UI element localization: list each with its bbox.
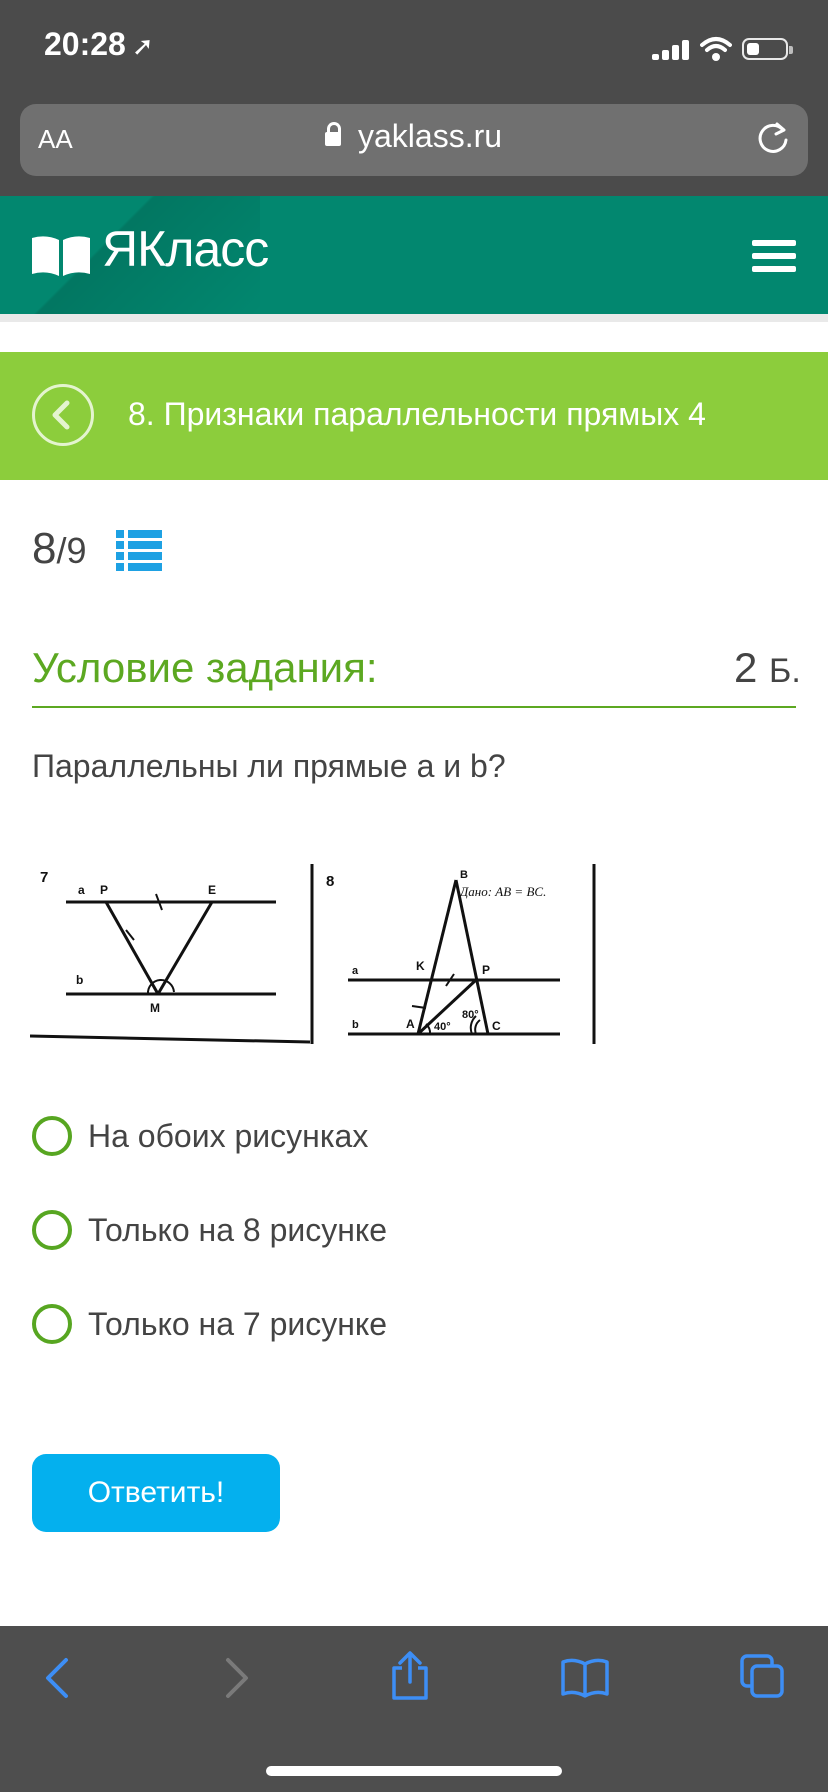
answer-option[interactable]: На обоих рисунках	[32, 1116, 632, 1160]
radio-button[interactable]	[32, 1116, 72, 1156]
divider	[0, 314, 828, 322]
text-size-button[interactable]: AA	[38, 124, 73, 155]
radio-button[interactable]	[32, 1210, 72, 1250]
fig7-label-m: M	[150, 1001, 160, 1015]
condition-title: Условие задания:	[32, 644, 378, 691]
fig7-label-b: b	[76, 973, 83, 987]
forward-arrow-icon[interactable]	[222, 1656, 252, 1700]
fig8-number: 8	[326, 873, 334, 890]
task-progress: 8/9	[32, 524, 87, 573]
fig8-angle-40: 40°	[434, 1021, 451, 1033]
answer-option[interactable]: Только на 8 рисунке	[32, 1210, 632, 1254]
back-button[interactable]	[32, 384, 94, 446]
fig8-label-b-line: b	[352, 1019, 359, 1031]
home-indicator	[266, 1766, 562, 1776]
book-logo-icon[interactable]	[32, 236, 90, 276]
url-text[interactable]: yaklass.ru	[358, 118, 502, 155]
geometry-figure: 7 a P E b M 8 Дано: AB = BC. B K P a b A…	[30, 864, 596, 1044]
tabs-icon[interactable]	[738, 1652, 786, 1700]
task-list-icon[interactable]	[116, 530, 162, 572]
share-icon[interactable]	[388, 1650, 432, 1702]
fig8-label-c: C	[492, 1019, 501, 1033]
question-text: Параллельны ли прямые а и b?	[32, 748, 506, 784]
fig8-label-b-point: B	[460, 869, 468, 881]
fig7-number: 7	[40, 869, 48, 886]
chevron-left-icon	[52, 400, 70, 430]
status-bar: 20:28 ➚	[0, 0, 828, 100]
option-label[interactable]: Только на 7 рисунке	[88, 1306, 387, 1343]
fig8-given: Дано: AB = BC.	[458, 884, 546, 899]
topic-title: 8. Признаки параллельности прямых 4	[128, 396, 706, 432]
location-arrow-icon: ➚	[131, 31, 154, 61]
answer-option[interactable]: Только на 7 рисунке	[32, 1304, 632, 1348]
radio-button[interactable]	[32, 1304, 72, 1344]
figure-8: 8 Дано: AB = BC. B K P a b A C 40° 80°	[326, 864, 596, 1044]
back-arrow-icon[interactable]	[42, 1656, 72, 1700]
reload-icon[interactable]	[755, 120, 791, 156]
points-value: 2 Б.	[734, 644, 801, 691]
lock-icon	[325, 122, 341, 146]
fig7-label-a: a	[78, 883, 85, 897]
fig8-label-a-point: A	[406, 1017, 415, 1031]
status-time: 20:28 ➚	[44, 26, 154, 62]
fig7-label-e: E	[208, 883, 216, 897]
submit-button[interactable]: Ответить!	[32, 1454, 280, 1532]
battery-icon	[742, 38, 793, 60]
bookmarks-icon[interactable]	[560, 1656, 610, 1698]
condition-divider	[32, 706, 796, 708]
figure-7: 7 a P E b M	[30, 869, 311, 1044]
option-label[interactable]: На обоих рисунках	[88, 1118, 368, 1155]
fig7-label-p: P	[100, 883, 108, 897]
wifi-icon	[700, 37, 732, 61]
fig8-angle-80: 80°	[462, 1009, 479, 1021]
site-logo-text[interactable]: ЯКласс	[102, 220, 269, 278]
cellular-signal-icon	[652, 40, 692, 60]
option-label[interactable]: Только на 8 рисунке	[88, 1212, 387, 1249]
fig8-label-k: K	[416, 959, 425, 973]
fig8-label-a-line: a	[352, 965, 359, 977]
fig8-label-p: P	[482, 963, 490, 977]
